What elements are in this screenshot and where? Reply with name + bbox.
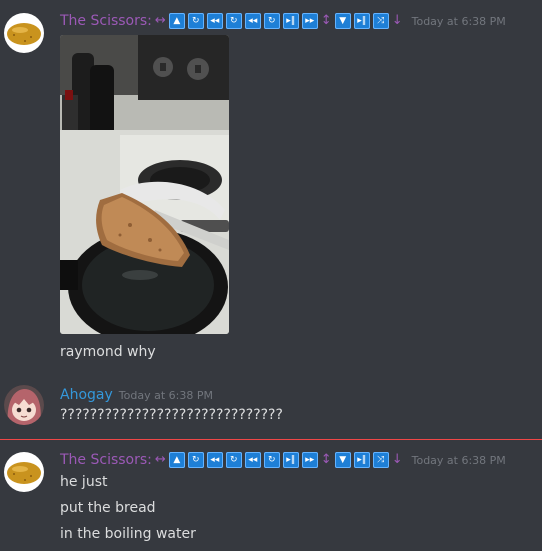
- play-pause-icon[interactable]: ▸‖: [353, 13, 370, 29]
- message-header: The Scissors: ↔ ▲ ↻ ◂◂ ↻ ◂◂ ↻ ▸‖ ▸▸ ↕ ▼ …: [60, 11, 506, 31]
- message-header: Ahogay Today at 6:38 PM: [60, 385, 213, 405]
- message-line: put the bread: [60, 500, 156, 516]
- bread-photo[interactable]: [60, 35, 229, 334]
- message-line: he just: [60, 474, 108, 490]
- message-header: The Scissors: ↔ ▲ ↻ ◂◂ ↻ ◂◂ ↻ ▸‖ ▸▸ ↕ ▼ …: [60, 450, 506, 470]
- repeat-icon[interactable]: ↻: [225, 13, 242, 29]
- emote-row: ↔ ▲ ↻ ◂◂ ↻ ◂◂ ↻ ▸‖ ▸▸ ↕ ▼ ▸‖ ⤨ ↓: [155, 452, 406, 468]
- play-pause-icon[interactable]: ▸‖: [282, 452, 299, 468]
- emote-row: ↔ ▲ ↻ ◂◂ ↻ ◂◂ ↻ ▸‖ ▸▸ ↕ ▼ ▸‖ ⤨ ↓: [155, 13, 406, 29]
- username[interactable]: Ahogay: [60, 387, 113, 403]
- repeat-icon[interactable]: ↻: [263, 13, 280, 29]
- rewind-icon[interactable]: ◂◂: [244, 13, 261, 29]
- down-arrow-icon: ↓: [391, 13, 403, 28]
- repeat-icon[interactable]: ↻: [187, 13, 204, 29]
- play-pause-icon[interactable]: ▸‖: [353, 452, 370, 468]
- avatar-anime-girl[interactable]: [4, 385, 44, 425]
- fast-forward-icon[interactable]: ▸▸: [301, 13, 318, 29]
- bread-photo-image: [60, 35, 229, 334]
- fast-forward-icon[interactable]: ▸▸: [301, 452, 318, 468]
- up-triangle-icon[interactable]: ▲: [168, 452, 185, 468]
- down-triangle-icon[interactable]: ▼: [334, 452, 351, 468]
- repeat-icon[interactable]: ↻: [225, 452, 242, 468]
- avatar-potato[interactable]: [4, 13, 44, 53]
- rewind-icon[interactable]: ◂◂: [206, 452, 223, 468]
- left-right-arrow-icon: ↔: [154, 452, 166, 467]
- message-3: The Scissors: ↔ ▲ ↻ ◂◂ ↻ ◂◂ ↻ ▸‖ ▸▸ ↕ ▼ …: [0, 449, 542, 551]
- message-text: ??????????????????????????????: [60, 407, 283, 423]
- rewind-icon[interactable]: ◂◂: [244, 452, 261, 468]
- down-arrow-icon: ↓: [391, 452, 403, 467]
- username[interactable]: The Scissors:: [60, 13, 152, 29]
- repeat-icon[interactable]: ↻: [263, 452, 280, 468]
- shuffle-icon[interactable]: ⤨: [372, 452, 389, 468]
- timestamp[interactable]: Today at 6:38 PM: [412, 454, 506, 467]
- up-down-arrow-icon: ↕: [320, 452, 332, 467]
- message-line: in the boiling water: [60, 526, 196, 542]
- message-text: raymond why: [60, 344, 156, 360]
- new-messages-divider: [0, 439, 542, 440]
- shuffle-icon[interactable]: ⤨: [372, 13, 389, 29]
- username[interactable]: The Scissors:: [60, 452, 152, 468]
- timestamp[interactable]: Today at 6:38 PM: [119, 389, 213, 402]
- message-1: The Scissors: ↔ ▲ ↻ ◂◂ ↻ ◂◂ ↻ ▸‖ ▸▸ ↕ ▼ …: [0, 0, 542, 370]
- avatar-potato[interactable]: [4, 452, 44, 492]
- repeat-icon[interactable]: ↻: [187, 452, 204, 468]
- left-right-arrow-icon: ↔: [154, 13, 166, 28]
- play-pause-icon[interactable]: ▸‖: [282, 13, 299, 29]
- timestamp[interactable]: Today at 6:38 PM: [412, 15, 506, 28]
- up-down-arrow-icon: ↕: [320, 13, 332, 28]
- down-triangle-icon[interactable]: ▼: [334, 13, 351, 29]
- up-triangle-icon[interactable]: ▲: [168, 13, 185, 29]
- message-2: Ahogay Today at 6:38 PM ????????????????…: [0, 380, 542, 430]
- rewind-icon[interactable]: ◂◂: [206, 13, 223, 29]
